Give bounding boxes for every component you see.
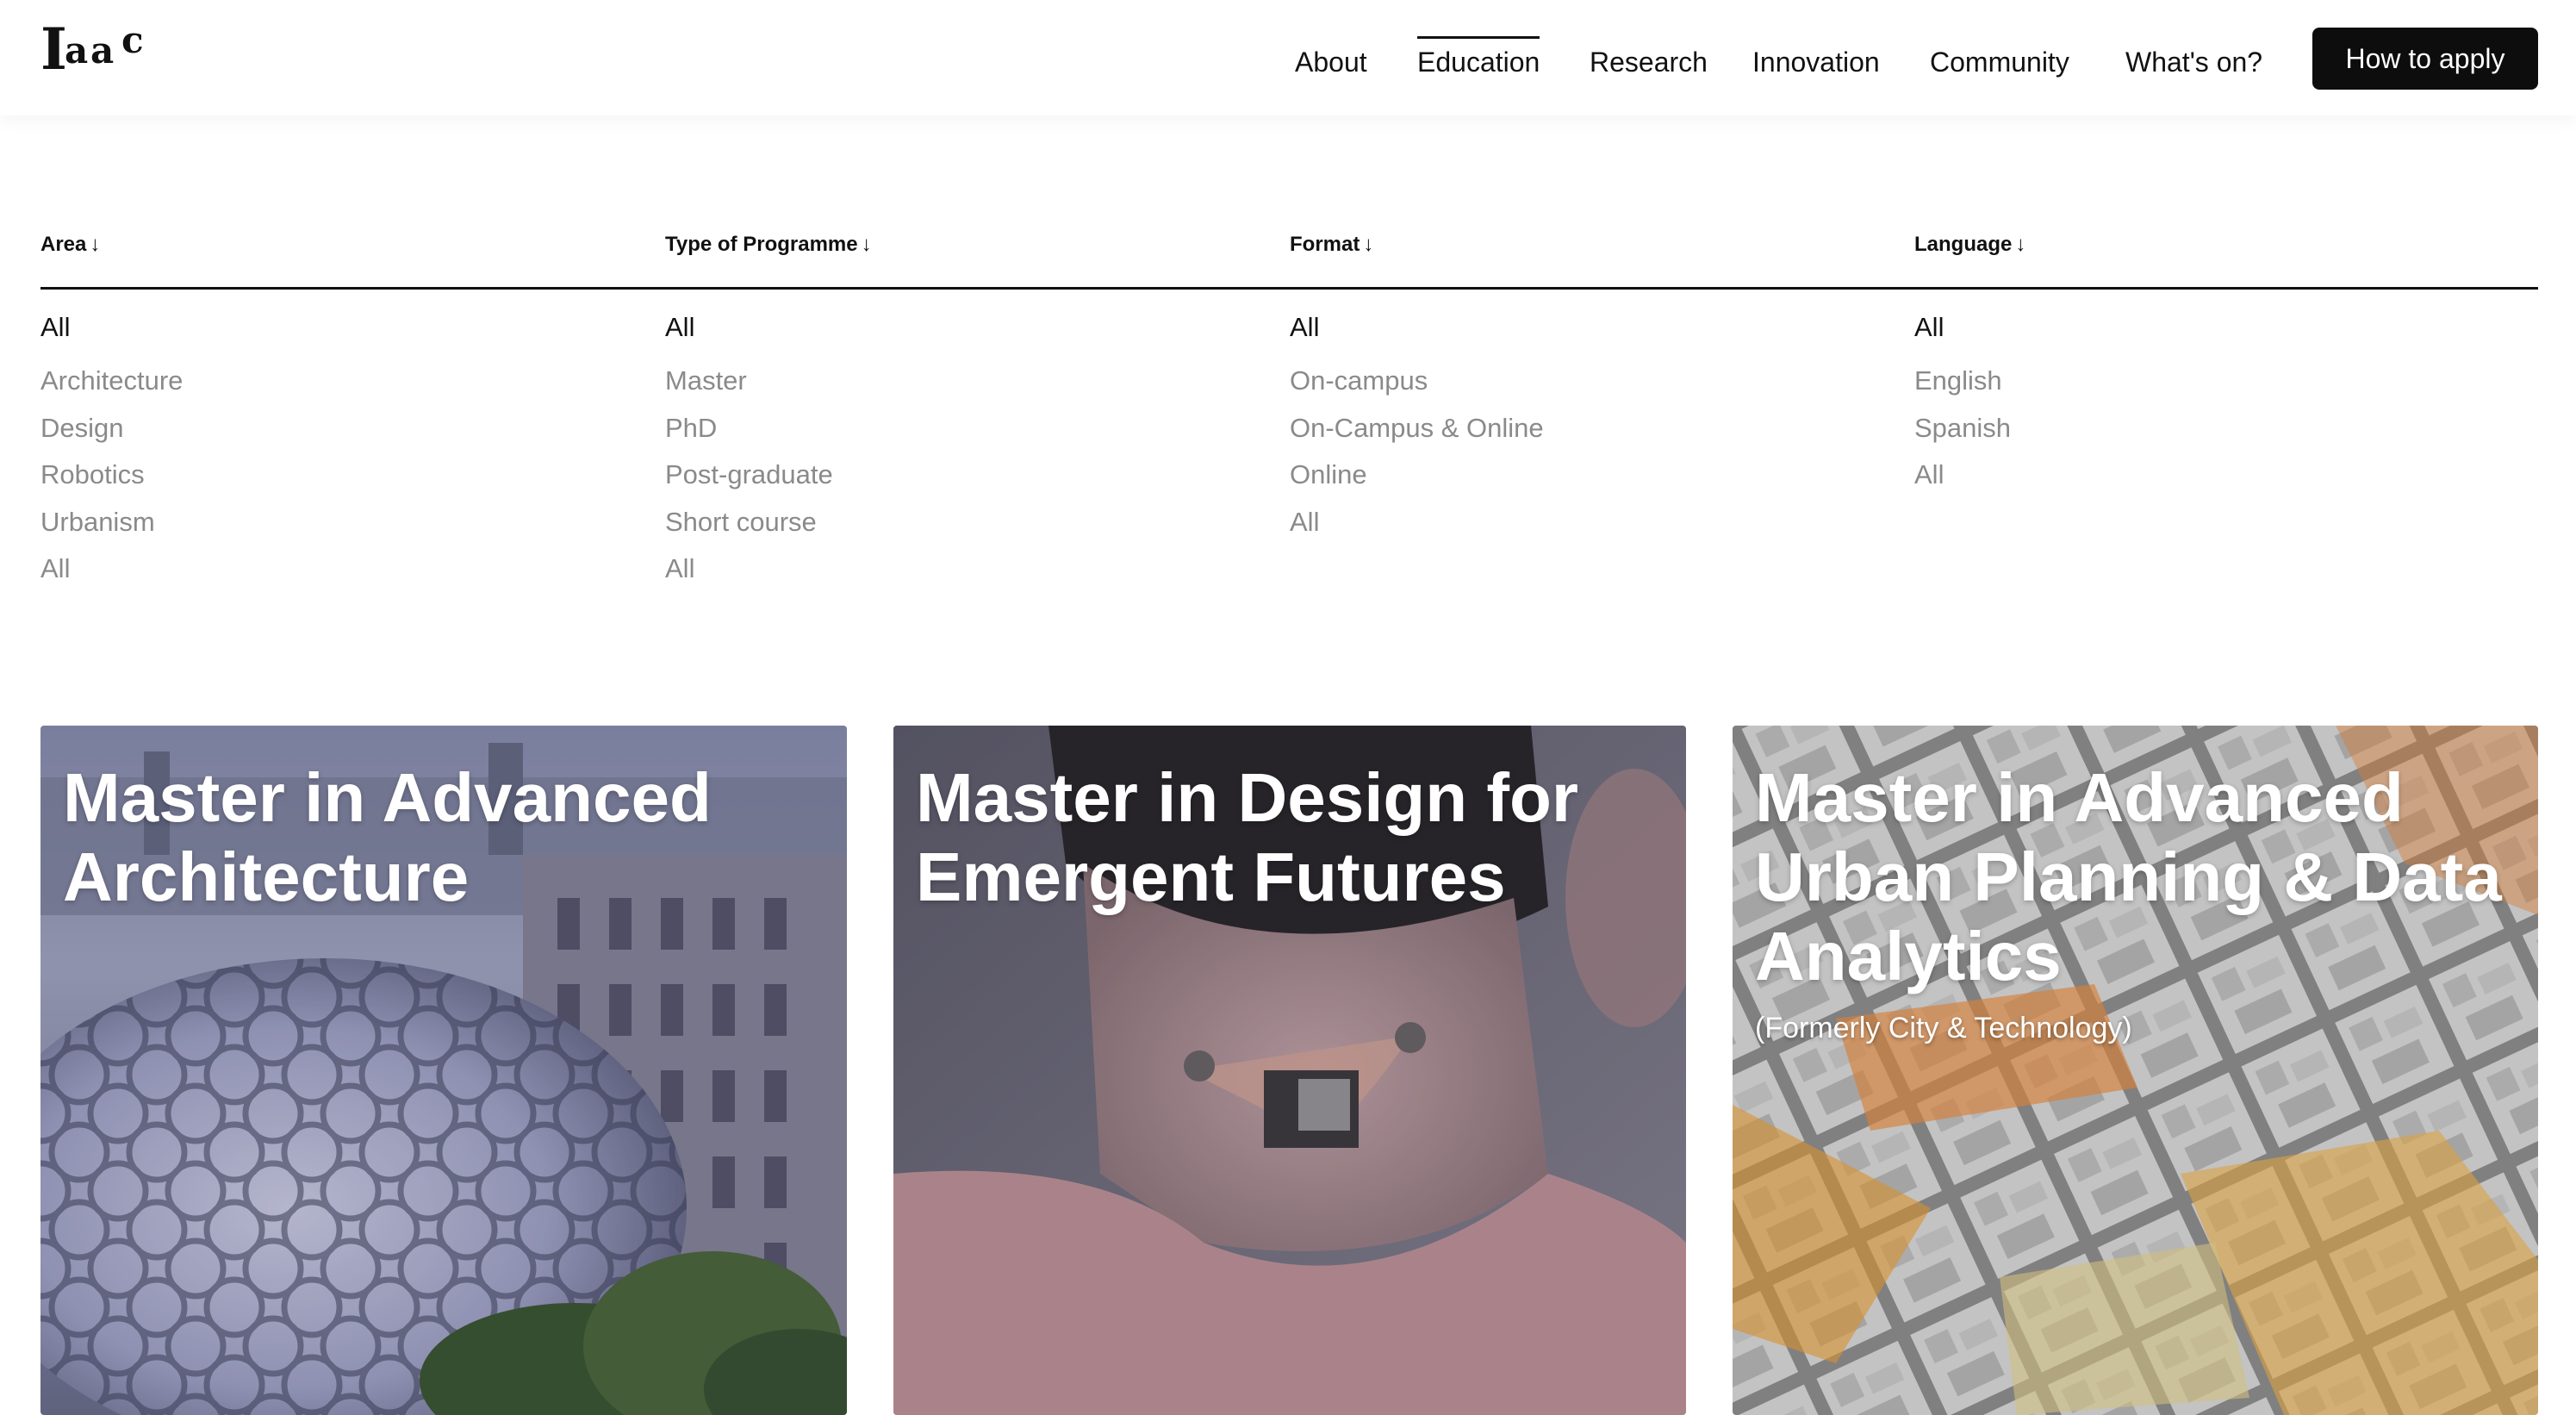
filter-option[interactable]: All [1290,505,1319,539]
filter-language: Language ↓ All English Spanish All [1914,231,2535,489]
filter-option[interactable]: Spanish [1914,411,2011,446]
card-title: Master in Advanced Urban Planning & Data… [1755,759,2502,994]
filter-option[interactable]: On-campus [1290,364,1428,398]
filter-option[interactable]: Short course [665,505,817,539]
programme-card-design-emergent-futures[interactable]: Master in Design for Emergent Futures [893,726,1686,1415]
nav-education[interactable]: Education [1417,36,1540,86]
arrow-down-icon: ↓ [861,233,872,256]
programme-card-urban-planning-data[interactable]: Master in Advanced Urban Planning & Data… [1733,726,2538,1415]
filter-option[interactable]: All [40,310,70,345]
filter-type-heading[interactable]: Type of Programme ↓ [665,231,1285,259]
filter-format: Format ↓ All On-campus On-Campus & Online… [1290,231,1910,537]
filter-type: Type of Programme ↓ All Master PhD Post-g… [665,231,1285,583]
how-to-apply-button[interactable]: How to apply [2312,28,2538,90]
card-title: Master in Advanced Architecture [63,759,712,915]
filter-option[interactable]: On-Campus & Online [1290,411,1544,446]
arrow-down-icon: ↓ [90,233,101,256]
filter-heading-label: Area [40,233,87,256]
filter-heading-label: Format [1290,233,1360,256]
filter-option[interactable]: All [40,552,70,586]
filter-area-heading[interactable]: Area ↓ [40,231,661,259]
nav-research[interactable]: Research [1590,38,1708,86]
nav-about[interactable]: About [1295,38,1367,86]
filter-option[interactable]: All [1914,458,1944,492]
filter-option[interactable]: Post-graduate [665,458,833,492]
filter-option[interactable]: Urbanism [40,505,155,539]
arrow-down-icon: ↓ [1363,233,1374,256]
filter-option[interactable]: Online [1290,458,1367,492]
filter-language-heading[interactable]: Language ↓ [1914,231,2535,259]
card-title: Master in Design for Emergent Futures [916,759,1579,915]
nav-community[interactable]: Community [1930,38,2069,86]
nav-whats-on[interactable]: What's on? [2125,38,2262,86]
filter-option[interactable]: All [1290,310,1319,345]
filter-heading-label: Language [1914,233,2013,256]
iaac-logo[interactable]: Iaac [40,21,170,81]
filter-option[interactable]: All [1914,310,1944,345]
filter-option[interactable]: All [665,552,694,586]
filter-option[interactable]: Master [665,364,747,398]
filter-divider [40,287,2538,290]
filter-option[interactable]: Robotics [40,458,145,492]
filter-area: Area ↓ All Architecture Design Robotics U… [40,231,661,583]
arrow-down-icon: ↓ [2015,233,2026,256]
filter-option[interactable]: PhD [665,411,717,446]
programme-card-advanced-architecture[interactable]: Master in Advanced Architecture [40,726,847,1415]
filter-heading-label: Type of Programme [665,233,858,256]
card-subtitle: (Formerly City & Technology) [1755,1012,2132,1044]
filter-option[interactable]: Architecture [40,364,183,398]
filter-format-heading[interactable]: Format ↓ [1290,231,1910,259]
filter-option[interactable]: Design [40,411,124,446]
site-header: Iaac About Education Research Innovation… [0,0,2576,115]
filter-option[interactable]: All [665,310,694,345]
filter-option[interactable]: English [1914,364,2002,398]
nav-innovation[interactable]: Innovation [1752,38,1880,86]
